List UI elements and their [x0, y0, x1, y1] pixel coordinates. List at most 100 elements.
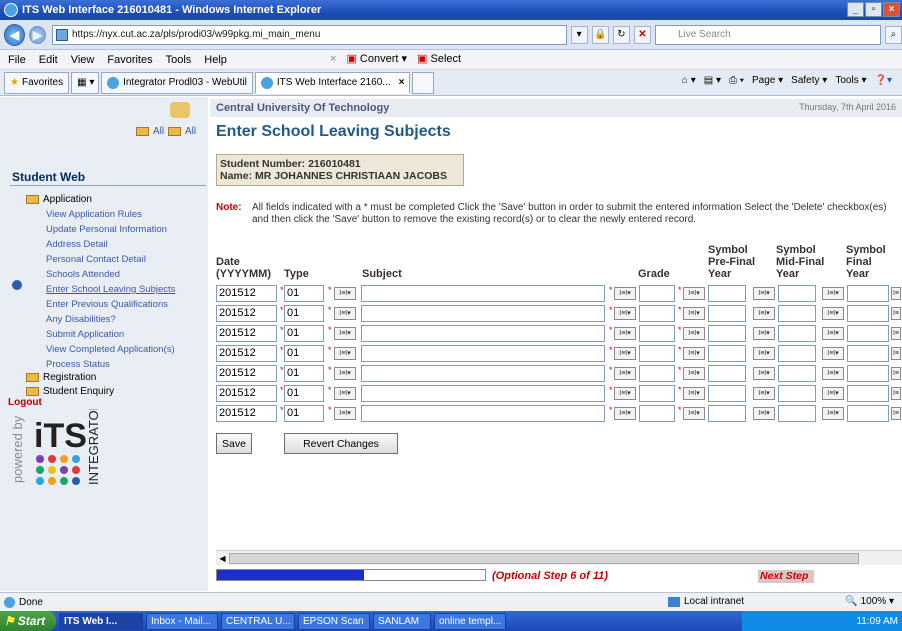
symbol-final-input[interactable] — [847, 365, 889, 382]
grade-lookup-button[interactable]: I≡I▾ — [683, 367, 705, 380]
back-button[interactable]: ◀ — [4, 23, 25, 46]
symbol-final-lookup-button[interactable]: I≡ — [891, 287, 901, 300]
subject-input[interactable] — [361, 345, 605, 362]
minimize-button[interactable]: _ — [847, 2, 864, 17]
subject-input[interactable] — [361, 405, 605, 422]
type-input[interactable]: 01 — [284, 385, 324, 402]
search-icon[interactable]: ⌕ — [884, 25, 902, 44]
start-button[interactable]: ⚑ Start — [0, 611, 56, 631]
symbol-pre-final-lookup-button[interactable]: I≡I▾ — [753, 327, 775, 340]
subject-lookup-button[interactable]: I≡I▾ — [614, 407, 636, 420]
grade-lookup-button[interactable]: I≡I▾ — [683, 327, 705, 340]
taskbar-item-sanlam[interactable]: SANLAM — [373, 612, 431, 630]
sidebar-item-any-disabilities[interactable]: Any Disabilities? — [46, 314, 116, 325]
symbol-pre-final-lookup-button[interactable]: I≡I▾ — [753, 287, 775, 300]
symbol-final-input[interactable] — [847, 325, 889, 342]
subject-lookup-button[interactable]: I≡I▾ — [614, 327, 636, 340]
symbol-pre-final-lookup-button[interactable]: I≡I▾ — [753, 407, 775, 420]
select-button[interactable]: ▣ Select — [417, 52, 461, 65]
symbol-mid-final-lookup-button[interactable]: I≡I▾ — [822, 287, 844, 300]
type-lookup-button[interactable]: I≡I▾ — [334, 327, 356, 340]
grade-lookup-button[interactable]: I≡I▾ — [683, 387, 705, 400]
symbol-pre-final-input[interactable] — [708, 305, 746, 322]
close-toolbar-icon[interactable]: × — [330, 53, 336, 65]
type-input[interactable]: 01 — [284, 405, 324, 422]
url-field[interactable]: https://nyx.cut.ac.za/pls/prodi03/w99pkg… — [51, 24, 567, 45]
grade-input[interactable] — [639, 365, 675, 382]
subject-lookup-button[interactable]: I≡I▾ — [614, 307, 636, 320]
subject-lookup-button[interactable]: I≡I▾ — [614, 347, 636, 360]
symbol-mid-final-lookup-button[interactable]: I≡I▾ — [822, 387, 844, 400]
grade-input[interactable] — [639, 405, 675, 422]
maximize-button[interactable]: ▫ — [865, 2, 882, 17]
subject-lookup-button[interactable]: I≡I▾ — [614, 287, 636, 300]
sidebar-item-enter-previous-qualifications[interactable]: Enter Previous Qualifications — [46, 299, 168, 310]
symbol-pre-final-input[interactable] — [708, 285, 746, 302]
taskbar-item-central[interactable]: CENTRAL U... — [221, 612, 295, 630]
symbol-final-lookup-button[interactable]: I≡ — [891, 407, 901, 420]
stop-icon[interactable]: ✕ — [633, 25, 651, 44]
symbol-final-lookup-button[interactable]: I≡ — [891, 387, 901, 400]
scroll-thumb[interactable] — [229, 553, 859, 564]
subject-lookup-button[interactable]: I≡I▾ — [614, 367, 636, 380]
type-lookup-button[interactable]: I≡I▾ — [334, 407, 356, 420]
symbol-mid-final-input[interactable] — [778, 385, 816, 402]
symbol-final-input[interactable] — [847, 305, 889, 322]
subject-input[interactable] — [361, 305, 605, 322]
close-window-button[interactable]: × — [883, 2, 900, 17]
type-input[interactable]: 01 — [284, 285, 324, 302]
scroll-left-icon[interactable]: ◀ — [216, 552, 229, 565]
horizontal-scrollbar[interactable]: ◀ — [216, 550, 902, 565]
subject-lookup-button[interactable]: I≡I▾ — [614, 387, 636, 400]
date-input[interactable]: 201512 — [216, 365, 277, 382]
zoom-level[interactable]: 🔍 100% ▾ — [845, 596, 894, 607]
grade-lookup-button[interactable]: I≡I▾ — [683, 347, 705, 360]
quick-tabs-button[interactable]: ▦ ▾ — [71, 71, 100, 94]
symbol-mid-final-lookup-button[interactable]: I≡I▾ — [822, 407, 844, 420]
type-input[interactable]: 01 — [284, 325, 324, 342]
symbol-mid-final-input[interactable] — [778, 305, 816, 322]
sidebar-item-address-detail[interactable]: Address Detail — [46, 239, 108, 250]
subject-input[interactable] — [361, 385, 605, 402]
logout-link[interactable]: Logout — [8, 397, 42, 408]
type-lookup-button[interactable]: I≡I▾ — [334, 367, 356, 380]
menu-file[interactable]: File — [8, 54, 26, 66]
grade-input[interactable] — [639, 385, 675, 402]
symbol-mid-final-lookup-button[interactable]: I≡I▾ — [822, 367, 844, 380]
tab-integrator[interactable]: Integrator Prodl03 - WebUtil — [101, 71, 253, 94]
grade-input[interactable] — [639, 305, 675, 322]
convert-button[interactable]: ▣ Convert ▾ — [346, 52, 407, 65]
grade-input[interactable] — [639, 325, 675, 342]
menu-view[interactable]: View — [71, 54, 95, 66]
next-step-link[interactable]: Next Step — [758, 570, 814, 583]
grade-input[interactable] — [639, 345, 675, 362]
type-lookup-button[interactable]: I≡I▾ — [334, 307, 356, 320]
type-input[interactable]: 01 — [284, 305, 324, 322]
sidebar-item-personal-contact-detail[interactable]: Personal Contact Detail — [46, 254, 146, 265]
print-icon[interactable]: ⎙ ▾ — [729, 75, 744, 86]
home-icon[interactable]: ⌂ ▾ — [682, 75, 696, 86]
subject-input[interactable] — [361, 365, 605, 382]
grade-lookup-button[interactable]: I≡I▾ — [683, 307, 705, 320]
symbol-pre-final-input[interactable] — [708, 405, 746, 422]
feeds-icon[interactable]: ▤ ▾ — [704, 75, 721, 86]
symbol-pre-final-input[interactable] — [708, 365, 746, 382]
date-input[interactable]: 201512 — [216, 305, 277, 322]
symbol-pre-final-input[interactable] — [708, 385, 746, 402]
sidebar-item-registration[interactable]: Registration — [26, 372, 96, 383]
taskbar-item-its[interactable]: ITS Web I... — [59, 612, 143, 630]
page-menu[interactable]: Page ▾ — [752, 75, 783, 86]
search-input[interactable]: Live Search — [654, 24, 881, 45]
type-lookup-button[interactable]: I≡I▾ — [334, 287, 356, 300]
symbol-final-lookup-button[interactable]: I≡ — [891, 327, 901, 340]
close-tab-icon[interactable]: × — [399, 77, 405, 88]
refresh-app-icon[interactable] — [170, 102, 190, 118]
symbol-mid-final-input[interactable] — [778, 365, 816, 382]
sidebar-item-view-application-rules[interactable]: View Application Rules — [46, 209, 142, 220]
refresh-icon[interactable]: ↻ — [612, 25, 630, 44]
symbol-mid-final-input[interactable] — [778, 325, 816, 342]
menu-tools[interactable]: Tools — [166, 54, 192, 66]
favorites-button[interactable]: ★ Favorites — [4, 71, 70, 94]
sidebar-item-process-status[interactable]: Process Status — [46, 359, 110, 370]
date-input[interactable]: 201512 — [216, 345, 277, 362]
